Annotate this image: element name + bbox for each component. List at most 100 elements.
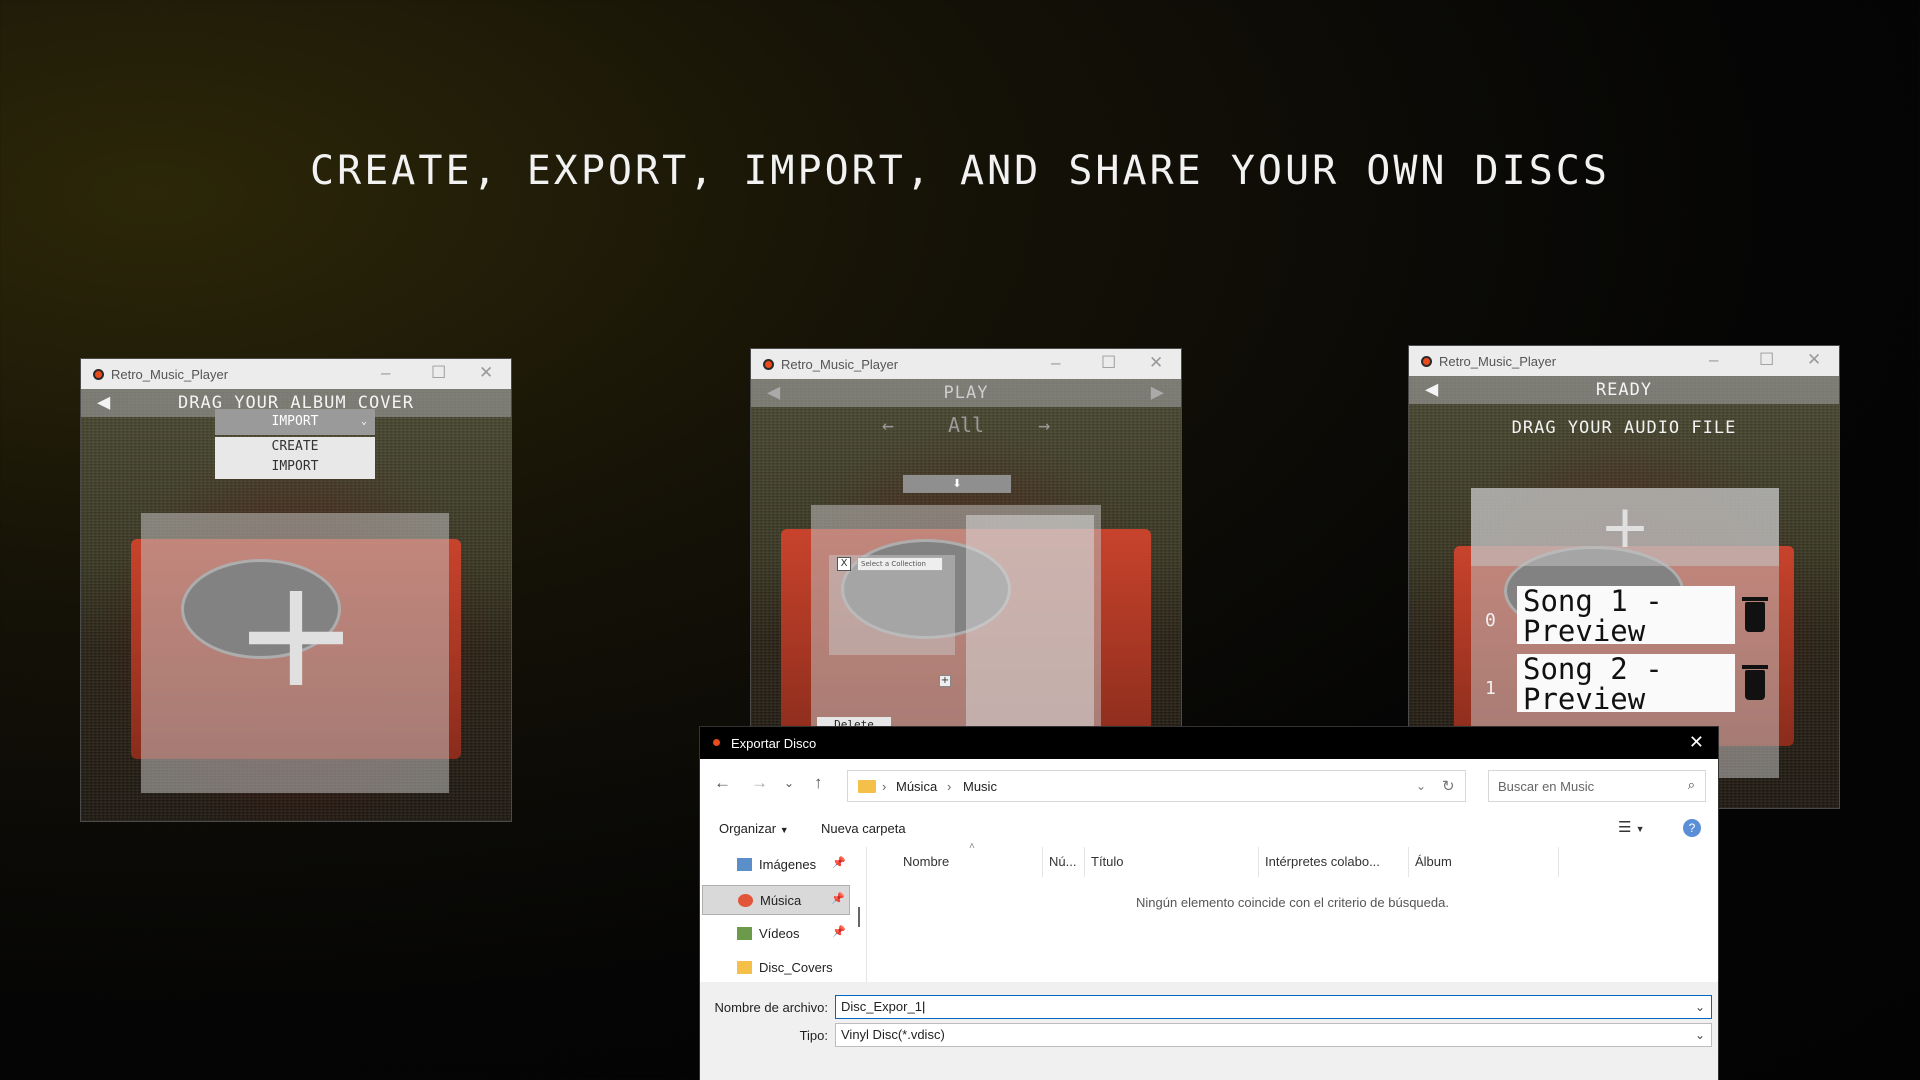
minimize-icon[interactable]: – — [381, 363, 390, 383]
column-header-interpretes[interactable]: Intérpretes colabo... — [1259, 847, 1409, 877]
pin-icon[interactable]: 📌 — [831, 892, 845, 905]
maximize-icon[interactable]: ☐ — [431, 363, 446, 383]
download-button[interactable]: ⬇ — [903, 475, 1011, 493]
close-icon[interactable]: ✕ — [1689, 732, 1704, 753]
app-icon — [93, 369, 104, 380]
minimize-icon[interactable]: – — [1051, 353, 1060, 373]
dropdown-menu: CREATE IMPORT — [215, 437, 375, 479]
maximize-icon[interactable]: ☐ — [1101, 353, 1116, 373]
dropdown-value: IMPORT — [271, 414, 319, 429]
up-icon[interactable]: ↑ — [814, 773, 823, 793]
address-bar[interactable]: › Música › Music ⌄ ↻ — [847, 770, 1466, 802]
header-bar: ◀ READY — [1409, 376, 1839, 404]
dialog-toolbar: Organizar ▼ Nueva carpeta ☰ ▼ ? — [700, 809, 1718, 847]
export-dialog: Exportar Disco ✕ ← → ⌄ ↑ › Música › Musi… — [699, 726, 1719, 1080]
filter-prev-icon[interactable]: ← — [882, 413, 894, 437]
filename-field[interactable]: Disc_Expor_1| ⌄ — [835, 995, 1712, 1019]
back-arrow-icon[interactable]: ◀ — [97, 389, 111, 417]
close-collection-icon[interactable]: X — [837, 557, 851, 571]
window-titlebar: Retro_Music_Player – ☐ ✕ — [1409, 346, 1839, 376]
chevron-down-icon[interactable]: ⌄ — [1695, 996, 1705, 1018]
trash-icon[interactable] — [1742, 665, 1768, 700]
sidebar-item-label: Imágenes — [759, 857, 817, 872]
download-icon: ⬇ — [952, 477, 962, 490]
caret-down-icon: ▼ — [779, 825, 789, 835]
mode-dropdown[interactable]: IMPORT ⌄ — [215, 409, 375, 435]
folder-icon — [858, 780, 876, 793]
recent-locations-icon[interactable]: ⌄ — [784, 776, 794, 790]
dialog-footer: Nombre de archivo: Disc_Expor_1| ⌄ Tipo:… — [700, 982, 1718, 1080]
add-plus-icon[interactable]: + — [231, 559, 361, 709]
prev-arrow-icon[interactable]: ◀ — [767, 379, 781, 407]
trash-icon[interactable] — [1742, 597, 1768, 632]
next-arrow-icon[interactable]: ▶ — [1151, 379, 1165, 407]
breadcrumb-item[interactable]: Música — [896, 779, 937, 794]
empty-message: Ningún elemento coincide con el criterio… — [1136, 895, 1449, 910]
minimize-icon[interactable]: – — [1709, 350, 1718, 370]
sidebar-item-videos[interactable]: Vídeos 📌 — [702, 919, 850, 949]
menu-item-import[interactable]: IMPORT — [215, 457, 375, 477]
breadcrumb-separator-icon: › — [947, 779, 952, 794]
header-label: READY — [1595, 380, 1653, 400]
window-body: ◀ DRAG YOUR ALBUM COVER + IMPORT ⌄ CREAT… — [81, 389, 511, 821]
type-select[interactable]: Vinyl Disc(*.vdisc) ⌄ — [835, 1023, 1712, 1047]
header-bar: ◀ PLAY ▶ — [751, 379, 1181, 407]
back-icon[interactable]: ← — [714, 773, 731, 793]
type-label: Tipo: — [799, 1028, 828, 1043]
close-icon[interactable]: ✕ — [479, 363, 493, 383]
search-box[interactable]: Buscar en Music ⌕ — [1488, 770, 1706, 802]
window-titlebar: Retro_Music_Player – ☐ ✕ — [81, 359, 511, 389]
maximize-icon[interactable]: ☐ — [1759, 350, 1774, 370]
new-folder-button[interactable]: Nueva carpeta — [821, 821, 906, 836]
add-plus-icon[interactable]: + — [1575, 488, 1675, 566]
column-header-titulo[interactable]: Título — [1085, 847, 1259, 877]
sidebar-item-label: Vídeos — [759, 926, 800, 941]
scrollbar[interactable] — [858, 907, 860, 927]
sidebar-item-imagenes[interactable]: Imágenes 📌 — [702, 850, 850, 880]
window-title: Retro_Music_Player — [111, 367, 229, 382]
sort-ascending-icon: ˄ — [969, 841, 975, 852]
sidebar-item-disc-covers[interactable]: Disc_Covers — [702, 953, 850, 983]
drag-audio-label: DRAG YOUR AUDIO FILE — [1511, 418, 1737, 438]
filter-selector[interactable]: ← All → — [751, 413, 1181, 437]
breadcrumb-separator-icon: › — [882, 779, 887, 794]
search-input[interactable]: Buscar en Music — [1498, 779, 1594, 794]
pin-icon[interactable]: 📌 — [832, 925, 846, 938]
song-item[interactable]: Song 2 - Preview — [1517, 654, 1735, 714]
disc-preview-panel — [966, 515, 1094, 735]
pin-icon[interactable]: 📌 — [832, 856, 846, 869]
column-header-numero[interactable]: Nú... — [1043, 847, 1085, 877]
organize-label: Organizar — [719, 821, 777, 836]
dialog-titlebar: Exportar Disco ✕ — [700, 727, 1718, 759]
sidebar-item-label: Disc_Covers — [759, 960, 833, 975]
help-icon[interactable]: ? — [1683, 819, 1701, 837]
close-icon[interactable]: ✕ — [1149, 353, 1163, 373]
navigation-row: ← → ⌄ ↑ › Música › Music ⌄ ↻ Buscar en M… — [700, 759, 1718, 809]
view-options-icon[interactable]: ☰ ▼ — [1618, 818, 1645, 836]
window-titlebar: Retro_Music_Player – ☐ ✕ — [751, 349, 1181, 379]
window-title: Retro_Music_Player — [781, 357, 899, 372]
close-icon[interactable]: ✕ — [1807, 350, 1821, 370]
column-header-album[interactable]: Álbum — [1409, 847, 1559, 877]
organize-menu[interactable]: Organizar ▼ — [719, 821, 789, 836]
app-window-create: Retro_Music_Player – ☐ ✕ ◀ DRAG YOUR ALB… — [80, 358, 512, 822]
filename-value: Disc_Expor_1 — [841, 999, 922, 1014]
refresh-icon[interactable]: ↻ — [1442, 777, 1455, 795]
breadcrumb-item[interactable]: Music — [963, 779, 997, 794]
chevron-down-icon[interactable]: ⌄ — [1695, 1024, 1705, 1046]
back-arrow-icon[interactable]: ◀ — [1425, 376, 1439, 404]
add-collection-icon[interactable]: + — [939, 675, 951, 687]
app-icon — [713, 739, 720, 746]
dialog-title: Exportar Disco — [731, 736, 817, 751]
search-icon[interactable]: ⌕ — [1688, 777, 1695, 793]
app-icon — [763, 359, 774, 370]
folder-icon — [737, 961, 752, 974]
filter-next-icon[interactable]: → — [1038, 413, 1050, 437]
sidebar-item-musica[interactable]: Música 📌 — [702, 885, 850, 915]
song-item[interactable]: Song 1 - Preview — [1517, 586, 1735, 646]
menu-item-create[interactable]: CREATE — [215, 437, 375, 457]
forward-icon[interactable]: → — [751, 773, 768, 793]
chevron-down-icon[interactable]: ⌄ — [1416, 779, 1426, 793]
file-list: Nombre ˄ Nú... Título Intérpretes colabo… — [866, 841, 1718, 982]
collection-select[interactable]: Select a Collection — [857, 557, 943, 571]
